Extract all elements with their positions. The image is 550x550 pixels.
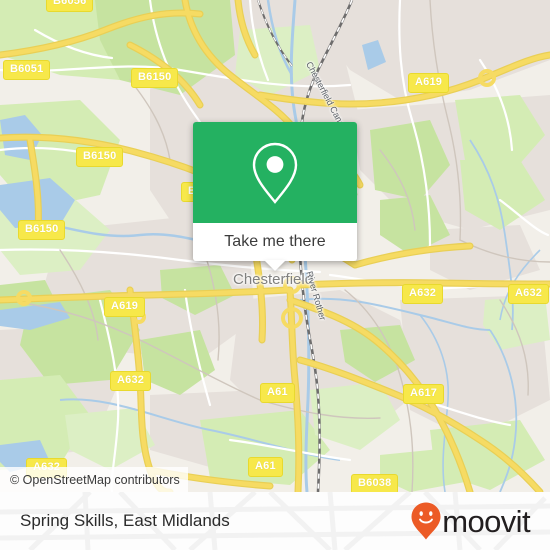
moovit-smiley-pin-icon — [411, 502, 441, 540]
popup-pin-panel — [193, 122, 357, 223]
map-pin-icon — [252, 142, 298, 204]
map-canvas[interactable]: .land { fill:#f2efe9; } .resid { fill:#e… — [0, 0, 550, 492]
moovit-logo[interactable]: moovit — [411, 502, 531, 540]
take-me-there-button[interactable]: Take me there — [193, 223, 357, 271]
moovit-wordmark: moovit — [442, 503, 530, 539]
road-shield: A619 — [408, 73, 450, 93]
road-shield: A61 — [260, 383, 295, 403]
road-shield: A632 — [402, 284, 444, 304]
road-shield: A632 — [110, 371, 152, 391]
road-shield: B6056 — [46, 0, 94, 12]
footer-bar: Spring Skills, East Midlands moovit — [0, 492, 550, 550]
road-shield: A619 — [104, 297, 146, 317]
page-title: Spring Skills, East Midlands — [20, 511, 230, 530]
location-popup-card[interactable]: Take me there — [193, 122, 357, 271]
road-shield: B6150 — [76, 147, 124, 167]
moovit-map-screenshot: .land { fill:#f2efe9; } .resid { fill:#e… — [0, 0, 550, 550]
attribution-text: © OpenStreetMap contributors — [10, 472, 180, 487]
road-shield: A617 — [403, 384, 445, 404]
road-shield: B6051 — [3, 60, 51, 80]
take-me-there-label: Take me there — [224, 233, 326, 250]
road-shield: B6038 — [351, 474, 399, 492]
map-attribution[interactable]: © OpenStreetMap contributors — [0, 467, 188, 492]
road-shield: A632 — [508, 284, 550, 304]
road-shield: A61 — [248, 457, 283, 477]
popup-tail — [264, 260, 286, 271]
road-shield: B6150 — [131, 68, 179, 88]
place-label-chesterfield: Chesterfield — [233, 271, 314, 288]
road-shield: B6150 — [18, 220, 66, 240]
